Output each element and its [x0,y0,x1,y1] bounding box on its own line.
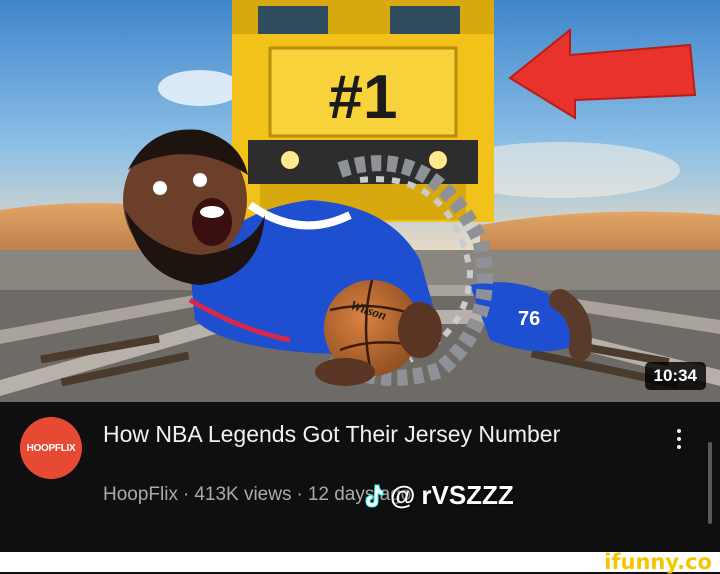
meta-separator: · [182,484,190,505]
footer-bar: ifunny.co [0,550,720,574]
jersey-number-text: 76 [518,308,540,330]
channel-avatar-label: HOOPFLIX [26,442,76,454]
duration-badge: 10:34 [644,362,706,390]
view-count: 413K views [194,484,292,505]
train-number-text: #1 [329,63,398,132]
channel-name[interactable]: HoopFlix [103,484,178,505]
video-info: HOOPFLIX How NBA Legends Got Their Jerse… [0,402,720,552]
scrollbar[interactable] [708,442,712,524]
video-thumbnail[interactable]: #1 76 Wilson 10:34 [0,0,720,402]
tiktok-note-icon [365,484,384,508]
ifunny-watermark: ifunny.co [604,550,712,574]
tiktok-at-symbol: @ [390,480,416,510]
meta-separator: · [296,484,303,505]
video-title[interactable]: How NBA Legends Got Their Jersey Number [103,418,623,450]
tiktok-watermark: @ rVSZZZ [362,480,514,511]
tiktok-handle: rVSZZZ [421,480,514,510]
thumbnail-artwork: #1 76 Wilson [0,0,720,402]
more-options-icon[interactable] [668,424,690,454]
channel-avatar[interactable]: HOOPFLIX [20,417,82,479]
